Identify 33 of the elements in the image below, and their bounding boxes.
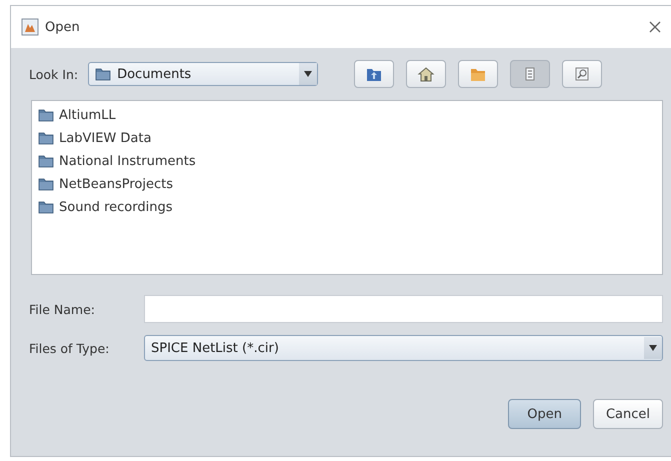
cancel-button[interactable]: Cancel: [592, 399, 663, 429]
toolbar-button[interactable]: [458, 60, 498, 88]
toolbar-button[interactable]: [562, 60, 602, 88]
close-icon[interactable]: [649, 21, 661, 33]
dropdown-arrow-icon: [649, 345, 657, 351]
file-type-label: Files of Type:: [29, 340, 110, 356]
folder-up-icon: [365, 66, 384, 82]
app-icon: [21, 18, 39, 36]
file-name-field[interactable]: [144, 295, 663, 323]
toolbar-button[interactable]: [406, 60, 446, 88]
toolbar-button[interactable]: [510, 60, 550, 88]
window-title: Open: [45, 20, 81, 34]
look-in-label: Look In:: [29, 66, 78, 82]
dropdown-arrow-icon: [304, 71, 312, 77]
home-icon: [417, 66, 436, 82]
new-folder-icon: [469, 66, 488, 82]
file-type-dropdown[interactable]: SPICE NetList (*.cir): [144, 335, 663, 361]
folder-icon: [95, 67, 112, 81]
file-name-label: File Name:: [29, 302, 96, 316]
open-button[interactable]: Open: [508, 399, 581, 429]
folder-icon: [38, 200, 54, 214]
folder-item[interactable]: National Instruments: [38, 151, 196, 171]
look-in-dropdown[interactable]: Documents: [88, 62, 318, 86]
folder-item[interactable]: NetBeansProjects: [38, 174, 173, 194]
folder-icon: [38, 108, 54, 122]
details-view-icon: [573, 66, 592, 82]
folder-icon: [38, 154, 54, 168]
folder-item[interactable]: Sound recordings: [38, 197, 172, 217]
folder-icon: [38, 177, 54, 191]
folder-item[interactable]: AltiumLL: [38, 105, 116, 125]
folder-icon: [38, 131, 54, 145]
toolbar-button[interactable]: [354, 60, 394, 88]
folder-item[interactable]: LabVIEW Data: [38, 128, 152, 148]
